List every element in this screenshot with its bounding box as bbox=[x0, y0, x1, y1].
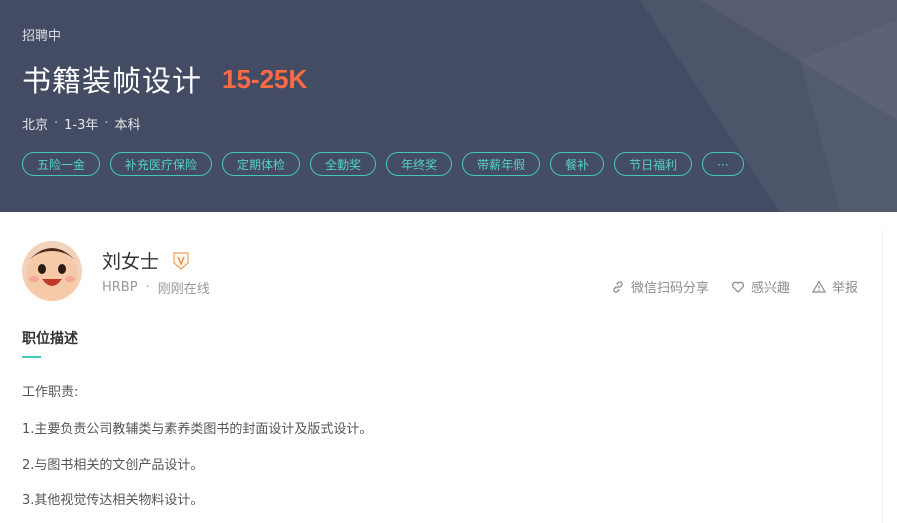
benefit-tag: 年终奖 bbox=[386, 152, 453, 176]
interest-button[interactable]: 感兴趣 bbox=[731, 277, 790, 296]
benefit-tags: 五险一金 补充医疗保险 定期体检 全勤奖 年终奖 带薪年假 餐补 节日福利 ··… bbox=[22, 152, 754, 176]
header-decoration bbox=[640, 0, 897, 212]
description-line: 2.与图书相关的文创产品设计。 bbox=[22, 458, 204, 473]
benefit-tag: 带薪年假 bbox=[462, 152, 541, 176]
job-experience: 1-3年 bbox=[64, 118, 99, 133]
link-icon bbox=[613, 280, 623, 293]
share-label: 微信扫码分享 bbox=[630, 281, 709, 296]
job-meta: 北京 · 1-3年 · 本科 bbox=[22, 114, 141, 133]
meta-separator: · bbox=[104, 116, 109, 131]
verified-v-icon bbox=[173, 251, 189, 270]
avatar-image bbox=[22, 241, 82, 301]
more-tags-button[interactable]: ··· bbox=[702, 152, 744, 176]
recruiter-online-status: 刚刚在线 bbox=[157, 282, 210, 297]
benefit-tag: 补充医疗保险 bbox=[110, 152, 213, 176]
benefit-tag: 五险一金 bbox=[22, 152, 101, 176]
recruiter-name: 刘女士 bbox=[102, 251, 160, 273]
subtitle-separator: · bbox=[145, 280, 150, 295]
job-city: 北京 bbox=[22, 118, 49, 133]
side-divider bbox=[882, 230, 883, 523]
job-status: 招聘中 bbox=[22, 29, 62, 44]
section-underline bbox=[22, 356, 41, 358]
description-line: 3.其他视觉传达相关物料设计。 bbox=[22, 493, 204, 508]
recruiter-card: 刘女士 HRBP · 刚刚在线 微信扫码分享 感兴趣 举报 bbox=[22, 241, 882, 303]
benefit-tag: 全勤奖 bbox=[310, 152, 377, 176]
action-bar: 微信扫码分享 感兴趣 举报 bbox=[589, 277, 858, 296]
report-button[interactable]: 举报 bbox=[811, 277, 858, 296]
description-line: 工作职责: bbox=[22, 385, 79, 400]
avatar[interactable] bbox=[22, 241, 82, 301]
recruiter-name-row: 刘女士 bbox=[102, 247, 189, 274]
description-line: 1.主要负责公司教辅类与素养类图书的封面设计及版式设计。 bbox=[22, 422, 373, 437]
job-education: 本科 bbox=[114, 118, 141, 133]
benefit-tag: 节日福利 bbox=[614, 152, 693, 176]
job-salary: 15-25K bbox=[222, 63, 308, 94]
interest-label: 感兴趣 bbox=[750, 281, 790, 296]
benefit-tag: 定期体检 bbox=[222, 152, 301, 176]
meta-separator: · bbox=[54, 116, 59, 131]
recruiter-subtitle: HRBP · 刚刚在线 bbox=[102, 278, 210, 297]
heart-icon bbox=[731, 281, 744, 293]
job-header: 招聘中 书籍装帧设计 15-25K 北京 · 1-3年 · 本科 五险一金 补充… bbox=[0, 0, 897, 212]
title-row: 书籍装帧设计 15-25K bbox=[22, 58, 307, 100]
share-button[interactable]: 微信扫码分享 bbox=[611, 277, 709, 296]
job-title: 书籍装帧设计 bbox=[22, 64, 203, 98]
recruiter-role: HRBP bbox=[102, 280, 138, 295]
report-label: 举报 bbox=[831, 281, 858, 296]
benefit-tag: 餐补 bbox=[550, 152, 605, 176]
warning-icon bbox=[811, 279, 826, 293]
section-heading: 职位描述 bbox=[22, 331, 78, 347]
